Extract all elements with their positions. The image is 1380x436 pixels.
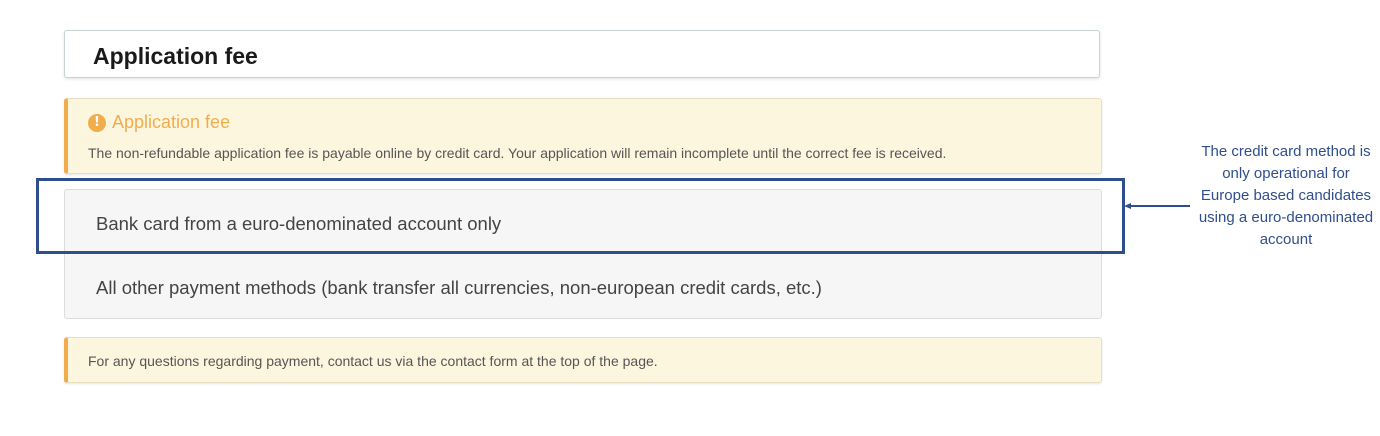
info-message: For any questions regarding payment, con… bbox=[88, 353, 658, 369]
payment-option-other-methods[interactable]: All other payment methods (bank transfer… bbox=[96, 277, 822, 299]
payment-options-list: Bank card from a euro-denominated accoun… bbox=[64, 189, 1102, 319]
fee-warning-alert: ! Application fee The non-refundable app… bbox=[64, 98, 1102, 174]
page-title: Application fee bbox=[93, 43, 258, 69]
page-header-card: Application fee bbox=[64, 30, 1100, 78]
alert-title: Application fee bbox=[112, 112, 231, 132]
payment-option-euro-card[interactable]: Bank card from a euro-denominated accoun… bbox=[96, 213, 501, 235]
alert-message: The non-refundable application fee is pa… bbox=[88, 145, 947, 161]
alert-heading: ! Application fee bbox=[88, 112, 230, 133]
exclamation-circle-icon: ! bbox=[88, 113, 106, 132]
arrow-left-icon bbox=[1124, 203, 1190, 209]
annotation-note: The credit card method is only operation… bbox=[1198, 143, 1374, 248]
payment-questions-alert: For any questions regarding payment, con… bbox=[64, 337, 1102, 383]
